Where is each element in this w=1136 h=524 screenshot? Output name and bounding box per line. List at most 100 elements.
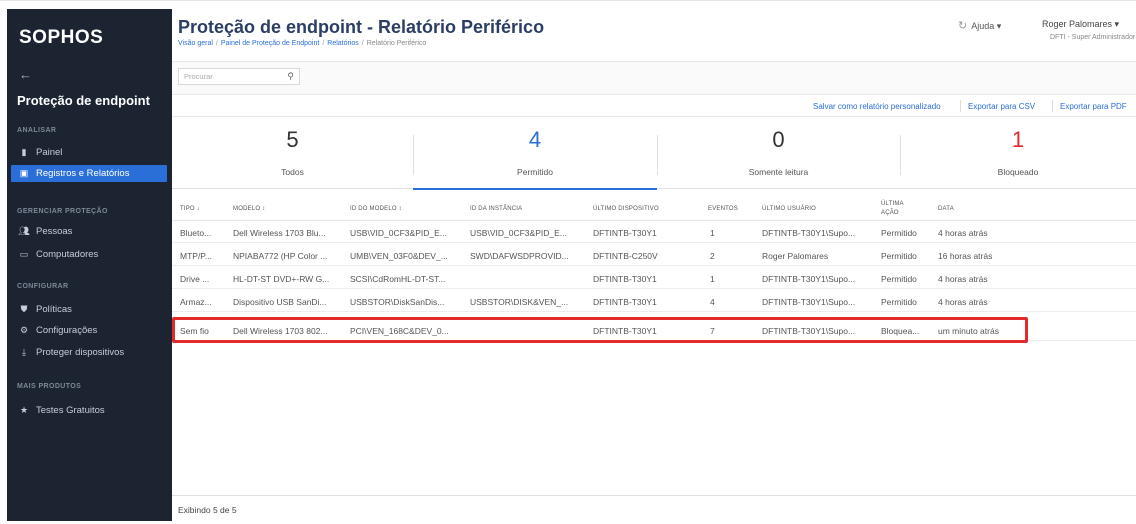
column-header-data: DATA: [938, 206, 954, 212]
group-label-analisar: ANALISAR: [17, 127, 57, 134]
column-header-id-modelo[interactable]: ID DO MODELO ↕: [350, 206, 402, 212]
row-count: Exibindo 5 de 5: [178, 505, 237, 515]
breadcrumb-item[interactable]: Painel de Proteção de Endpoint: [221, 40, 319, 47]
stat-value: 5: [286, 127, 299, 152]
breadcrumb: Visão geral / Painel de Proteção de Endpoi…: [178, 40, 427, 47]
shield-icon: ⛊: [20, 304, 28, 314]
sidebar-item-label: Computadores: [36, 249, 99, 260]
sidebar-item-label: Painel: [36, 147, 63, 158]
column-header-tipo[interactable]: TIPO ↓: [180, 206, 200, 212]
cell-tipo: Drive ...: [180, 274, 210, 284]
stat-value: 0: [772, 127, 785, 152]
back-arrow-icon[interactable]: ←: [19, 67, 32, 82]
table-row[interactable]: Armaz... Dispositivo USB SanDi... USBSTO…: [172, 290, 1136, 312]
cell-eventos: 1: [710, 228, 715, 238]
cell-ultimo-usuario: DFTINTB-T30Y1\Supo...: [762, 297, 856, 307]
help-icon: ↻: [958, 20, 968, 32]
search-bar: Procurar ⚲: [172, 61, 1136, 94]
page-title: Proteção de endpoint - Relatório Perifér…: [178, 17, 545, 37]
cell-modelo: Dell Wireless 1703 Blu...: [233, 228, 326, 238]
divider: [960, 100, 961, 112]
cell-ultima-acao: Permitido: [881, 251, 917, 261]
cell-tipo: MTP/P...: [180, 251, 212, 261]
column-header-ultimo-usuario: ÚLTIMO USUÁRIO: [762, 206, 817, 212]
sidebar-item-testes[interactable]: ★ Testes Gratuitos: [11, 402, 167, 419]
stat-label: Somente leitura: [748, 167, 809, 177]
save-report-link[interactable]: Salvar como relatório personalizado: [813, 102, 941, 111]
cell-id-modelo: USB\VID_0CF3&PID_E...: [350, 228, 447, 238]
cell-ultimo-usuario: Roger Palomares: [762, 251, 829, 261]
sidebar-item-label: Políticas: [36, 304, 72, 315]
stat-value: 1: [1011, 127, 1025, 152]
search-input[interactable]: Procurar ⚲: [178, 68, 300, 85]
cell-ultimo-dispositivo: DFTINTB-T30Y1: [593, 228, 657, 238]
column-header-ultima-acao: ÚLTIMA AÇÃO: [881, 201, 904, 216]
column-header-eventos: EVENTOS: [708, 206, 738, 212]
user-menu[interactable]: Roger Palomares ▾: [1042, 19, 1119, 30]
search-icon[interactable]: ⚲: [287, 71, 294, 82]
breadcrumb-item[interactable]: Relatórios: [327, 40, 359, 47]
stat-somente-leitura[interactable]: 0 Somente leitura: [657, 117, 900, 189]
actions-bar: Salvar como relatório personalizado Expo…: [172, 94, 1136, 117]
sidebar-item-politicas[interactable]: ⛊ Políticas: [11, 301, 167, 318]
cell-id-instancia: SWD\DAFWSDPROVID...: [470, 251, 569, 261]
help-menu[interactable]: ↻ Ajuda ▾: [958, 19, 1001, 32]
active-tab-indicator: [413, 188, 657, 190]
stat-label: Todos: [281, 167, 304, 177]
cell-modelo: Dispositivo USB SanDi...: [233, 297, 327, 307]
cell-tipo: Blueto...: [180, 228, 212, 238]
group-label-configurar: CONFIGURAR: [17, 283, 69, 290]
table-row[interactable]: MTP/P... NPIABA772 (HP Color ... UMB\VEN…: [172, 244, 1136, 266]
export-csv-link[interactable]: Exportar para CSV: [968, 102, 1035, 111]
cell-data: 4 horas atrás: [938, 228, 988, 238]
cell-tipo: Armaz...: [180, 297, 212, 307]
export-pdf-link[interactable]: Exportar para PDF: [1060, 102, 1127, 111]
stat-permitido[interactable]: 4 Permitido: [413, 117, 657, 190]
group-label-mais-produtos: MAIS PRODUTOS: [17, 383, 82, 390]
sidebar-item-label: Testes Gratuitos: [36, 405, 105, 416]
stat-value: 4: [528, 127, 542, 152]
cell-id-instancia: USBSTOR\DISK&VEN_...: [470, 297, 569, 307]
star-icon: ★: [19, 405, 29, 415]
stat-bloqueado[interactable]: 1 Bloqueado: [900, 117, 1136, 189]
sidebar-item-proteger[interactable]: ⤓ Proteger dispositivos: [11, 344, 167, 361]
cell-ultimo-dispositivo: DFTINTB-T30Y1: [593, 297, 657, 307]
cell-ultimo-dispositivo: DFTINTB-T30Y1: [593, 274, 657, 284]
cell-ultimo-dispositivo: DFTINTB-C250V: [593, 251, 658, 261]
gear-icon: ⚙: [19, 325, 29, 335]
sidebar-item-computadores[interactable]: ▭ Computadores: [11, 246, 167, 263]
cell-id-instancia: USB\VID_0CF3&PID_E...: [470, 228, 567, 238]
bar-chart-icon: ▮: [21, 147, 27, 157]
sophos-logo[interactable]: SOPHOS: [19, 27, 103, 49]
cell-id-modelo: UMB\VEN_03F0&DEV_...: [350, 251, 448, 261]
cell-ultima-acao: Permitido: [881, 297, 917, 307]
sidebar-item-pessoas[interactable]: 👥︎ Pessoas: [11, 223, 167, 240]
monitor-icon: ▭: [19, 249, 29, 259]
sidebar-item-configuracoes[interactable]: ⚙ Configurações: [11, 322, 167, 339]
app-root: SOPHOS ← Proteção de endpoint ANALISAR ▮…: [0, 0, 1136, 524]
breadcrumb-item[interactable]: Visão geral: [178, 40, 213, 47]
table-row[interactable]: Blueto... Dell Wireless 1703 Blu... USB\…: [172, 221, 1136, 243]
sidebar: SOPHOS ← Proteção de endpoint ANALISAR ▮…: [7, 9, 172, 521]
sidebar-item-label: Proteger dispositivos: [36, 347, 125, 358]
table-footer: Exibindo 5 de 5: [172, 495, 1136, 521]
table-row[interactable]: Drive ... HL-DT-ST DVD+-RW G... SCSI\CdR…: [172, 267, 1136, 289]
cell-ultimo-usuario: DFTINTB-T30Y1\Supo...: [762, 274, 856, 284]
sidebar-item-label: Registros e Relatórios: [36, 168, 130, 179]
cell-id-modelo: USBSTOR\DiskSanDis...: [350, 297, 445, 307]
help-label: Ajuda ▾: [971, 21, 1002, 31]
column-header-modelo[interactable]: MODELO ↕: [233, 206, 265, 212]
user-role: DFTI - Super Administrador: [1050, 34, 1136, 41]
search-placeholder: Procurar: [184, 72, 213, 81]
sidebar-item-painel[interactable]: ▮ Painel: [11, 144, 167, 161]
cell-eventos: 1: [710, 274, 715, 284]
reports-icon: ▣: [19, 168, 29, 178]
cell-modelo: HL-DT-ST DVD+-RW G...: [233, 274, 330, 284]
column-header-ultimo-dispositivo: ÚLTIMO DISPOSITIVO: [593, 206, 659, 212]
cell-ultimo-usuario: DFTINTB-T30Y1\Supo...: [762, 228, 856, 238]
cell-data: 16 horas atrás: [938, 251, 993, 261]
stat-todos[interactable]: 5 Todos: [172, 117, 413, 189]
main-content: Proteção de endpoint - Relatório Perifér…: [172, 9, 1136, 521]
table-header: TIPO ↓ MODELO ↕ ID DO MODELO ↕ ID DA INS…: [172, 197, 1136, 221]
sidebar-item-registros[interactable]: ▣ Registros e Relatórios: [11, 165, 167, 182]
